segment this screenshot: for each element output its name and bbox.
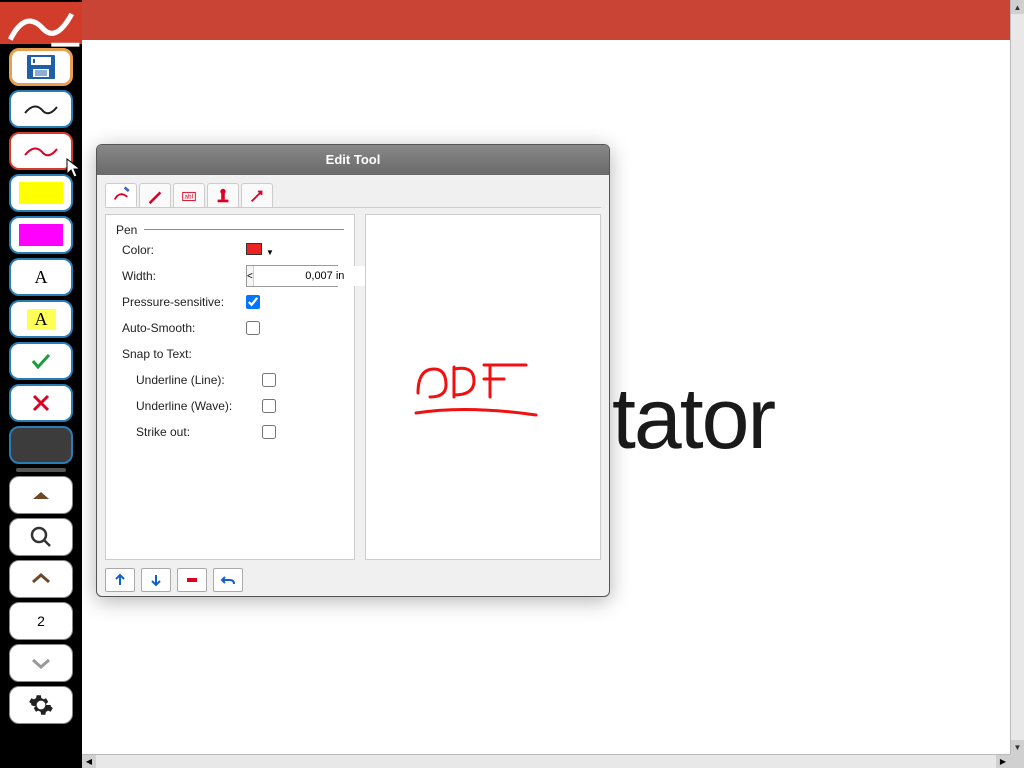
preview-drawing (406, 355, 556, 435)
undo-button[interactable] (213, 568, 243, 592)
width-spinner: < > (246, 265, 338, 287)
preview-panel (365, 214, 601, 560)
divider (16, 468, 66, 472)
properties-panel: Pen Color: ▼ Width: < > Pressure-sensiti… (105, 214, 355, 560)
width-label: Width: (116, 269, 246, 283)
highlight-yellow-tool[interactable] (9, 174, 73, 212)
page-number-text: 2 (37, 613, 45, 629)
document-header-bar (82, 0, 1010, 40)
vertical-scrollbar[interactable]: ▲ ▼ (1010, 0, 1024, 754)
sidebar: A A 2 (0, 0, 82, 768)
horizontal-scrollbar[interactable]: ◀ ▶ (82, 754, 1010, 768)
tab-stamp[interactable] (207, 183, 239, 207)
highlight-magenta-tool[interactable] (9, 216, 73, 254)
scroll-up-icon[interactable]: ▲ (1011, 0, 1024, 14)
freehand-red-tool[interactable] (9, 132, 73, 170)
freehand-black-tool[interactable] (9, 90, 73, 128)
underline-wave-checkbox[interactable] (262, 399, 276, 413)
pressure-label: Pressure-sensitive: (116, 295, 246, 309)
collapse-up-button[interactable] (9, 476, 73, 514)
width-decrease-button[interactable]: < (247, 266, 254, 286)
checkmark-tool[interactable] (9, 342, 73, 380)
settings-button[interactable] (9, 686, 73, 724)
color-label: Color: (116, 243, 246, 257)
dialog-toolbar (105, 568, 601, 592)
divider (144, 229, 344, 230)
save-button[interactable] (9, 48, 73, 86)
cross-tool[interactable] (9, 384, 73, 422)
delete-button[interactable] (177, 568, 207, 592)
strikeout-checkbox[interactable] (262, 425, 276, 439)
tool-tabs: abI (105, 183, 601, 208)
scroll-right-icon[interactable]: ▶ (996, 755, 1010, 768)
pressure-checkbox[interactable] (246, 295, 260, 309)
chevron-down-icon: ▼ (266, 248, 274, 257)
underline-line-checkbox[interactable] (262, 373, 276, 387)
dialog-title: Edit Tool (97, 145, 609, 175)
empty-tool-slot[interactable] (9, 426, 73, 464)
snap-label: Snap to Text: (116, 347, 246, 361)
autosmooth-label: Auto-Smooth: (116, 321, 246, 335)
tab-arrow[interactable] (241, 183, 273, 207)
page-down-button[interactable] (9, 644, 73, 682)
svg-text:abI: abI (185, 193, 194, 200)
scroll-corner (1010, 754, 1024, 768)
underline-wave-label: Underline (Wave): (116, 399, 246, 413)
text-tool[interactable]: A (9, 258, 73, 296)
zoom-button[interactable] (9, 518, 73, 556)
edit-tool-dialog: Edit Tool abI Pen Color: ▼ Width: < (96, 144, 610, 597)
move-down-button[interactable] (141, 568, 171, 592)
page-up-button[interactable] (9, 560, 73, 598)
page-number-display[interactable]: 2 (9, 602, 73, 640)
color-picker[interactable]: ▼ (246, 243, 274, 258)
strikeout-label: Strike out: (116, 425, 246, 439)
tab-pencil[interactable] (139, 183, 171, 207)
tab-pen[interactable] (105, 183, 137, 207)
app-logo (0, 2, 82, 44)
tab-text[interactable]: abI (173, 183, 205, 207)
section-label: Pen (116, 223, 137, 237)
document-text: tator (612, 370, 774, 469)
scroll-down-icon[interactable]: ▼ (1011, 740, 1024, 754)
scroll-left-icon[interactable]: ◀ (82, 755, 96, 768)
text-highlight-tool[interactable]: A (9, 300, 73, 338)
color-swatch-icon (246, 243, 262, 255)
move-up-button[interactable] (105, 568, 135, 592)
underline-line-label: Underline (Line): (116, 373, 246, 387)
autosmooth-checkbox[interactable] (246, 321, 260, 335)
